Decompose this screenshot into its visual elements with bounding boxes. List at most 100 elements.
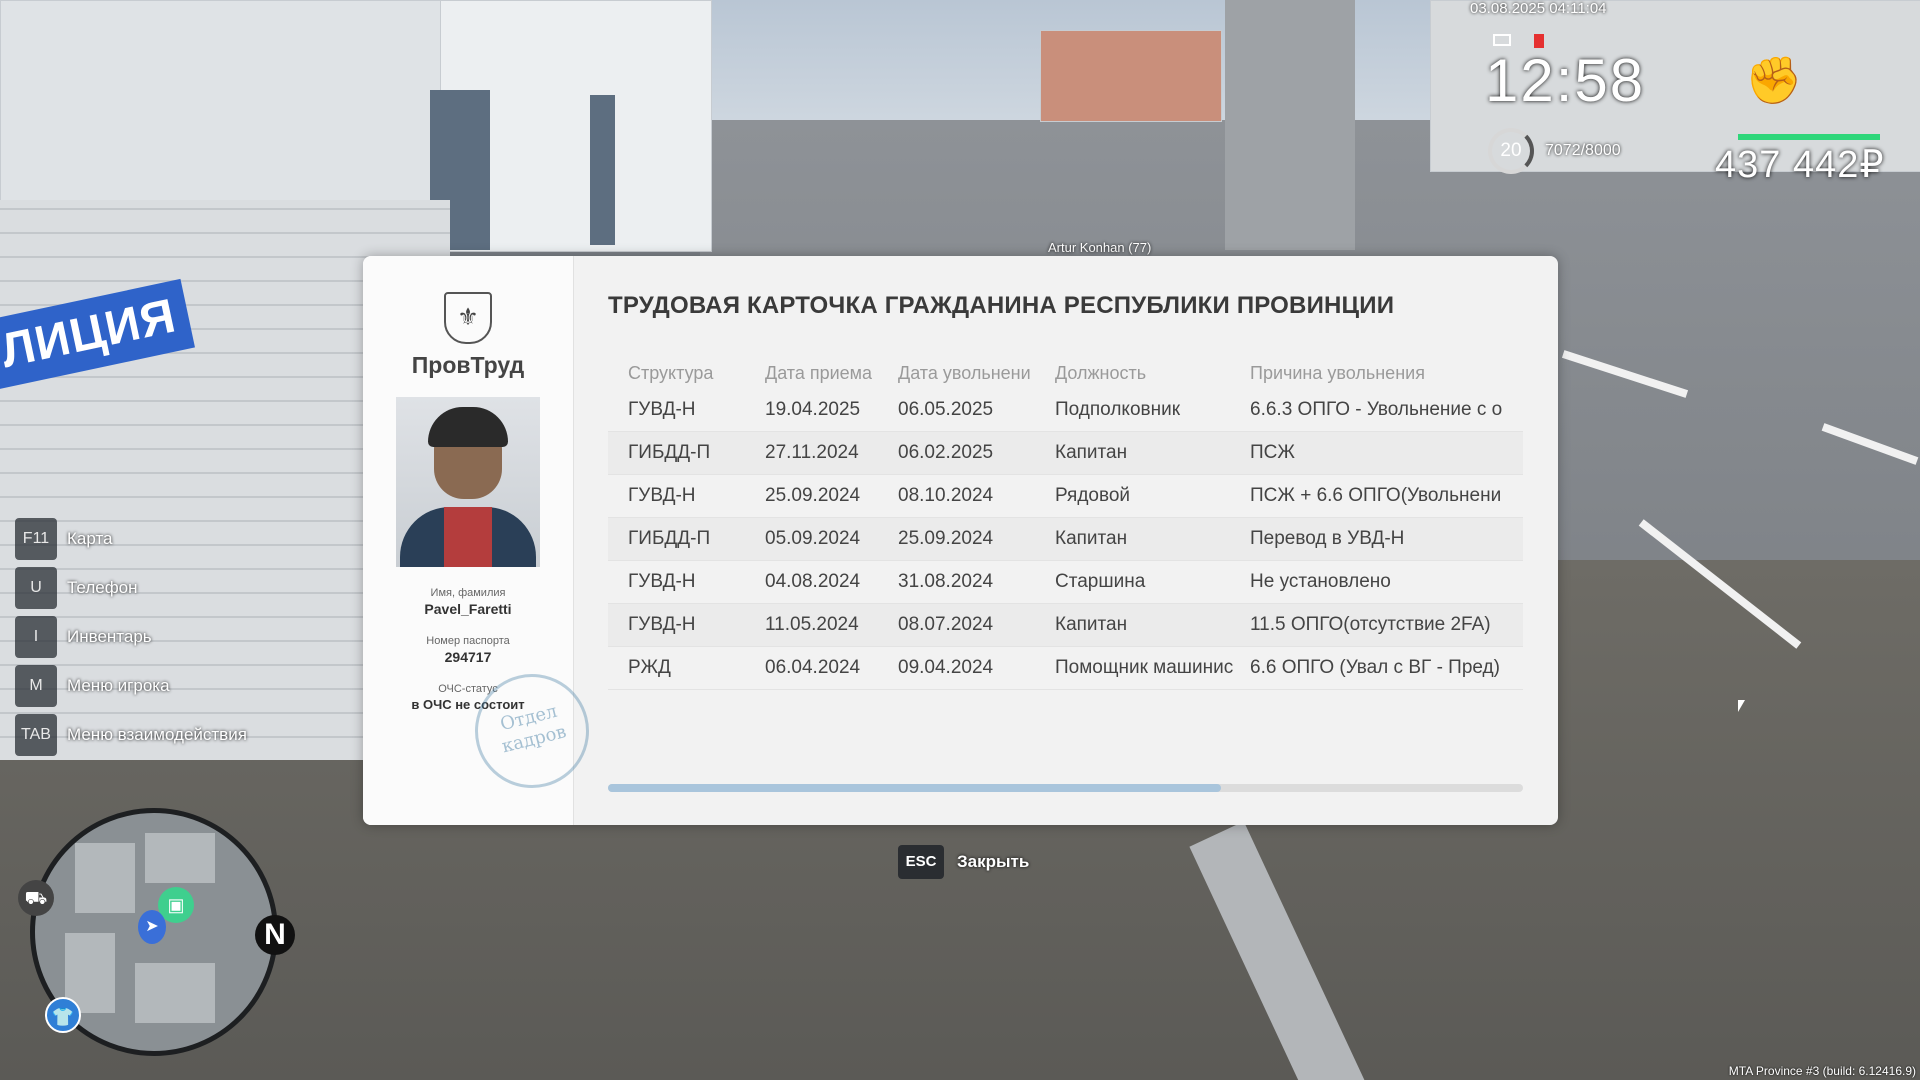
cell-structure: ГУВД-Н xyxy=(628,614,696,635)
photo-shirt xyxy=(444,507,492,567)
cell-hire-date: 04.08.2024 xyxy=(765,571,861,592)
vehicle-icon[interactable]: ⛟ xyxy=(18,880,54,916)
player-nametag: Artur Konhan (77) xyxy=(1048,240,1152,255)
xp-counter: 7072/8000 xyxy=(1545,142,1621,159)
table-header: Структура Дата приема Дата увольнени Дол… xyxy=(608,363,1523,389)
map-block xyxy=(145,833,215,883)
cell-hire-date: 05.09.2024 xyxy=(765,528,861,549)
cell-dismissal-date: 08.07.2024 xyxy=(898,614,994,635)
cell-dismissal-date: 06.02.2025 xyxy=(898,442,994,463)
table-body: ГУВД-Н 19.04.2025 06.05.2025 Подполковни… xyxy=(608,389,1523,690)
building xyxy=(0,0,442,232)
cell-reason: ПСЖ + 6.6 ОПГО(Увольнени xyxy=(1250,485,1502,506)
hud-datetime: 03.08.2025 04:11:04 xyxy=(1470,0,1607,17)
cell-dismissal-date: 06.05.2025 xyxy=(898,399,994,420)
hint-interaction-menu[interactable]: TAB Меню взаимодействия xyxy=(15,714,247,756)
cell-position: Подполковник xyxy=(1055,399,1181,420)
cell-hire-date: 11.05.2024 xyxy=(765,614,859,635)
close-label[interactable]: Закрыть xyxy=(957,852,1029,872)
window xyxy=(590,95,615,245)
cell-hire-date: 06.04.2024 xyxy=(765,657,861,678)
name-caption: Имя, фамилия xyxy=(430,587,506,599)
passport-number: 294717 xyxy=(444,649,492,665)
mouse-cursor-icon xyxy=(1738,700,1745,712)
photo-cap xyxy=(428,407,508,447)
cell-dismissal-date: 31.08.2024 xyxy=(898,571,994,592)
cell-structure: ГУВД-Н xyxy=(628,485,696,506)
hint-inventory[interactable]: I Инвентарь xyxy=(15,616,247,658)
hint-player-menu[interactable]: M Меню игрока xyxy=(15,665,247,707)
shirt-icon: 👕 xyxy=(45,997,81,1033)
cell-structure: ГИБДД-П xyxy=(628,442,711,463)
cell-reason: Не установлено xyxy=(1250,571,1391,592)
pole xyxy=(1225,0,1355,250)
key-hints: F11 Карта U Телефон I Инвентарь M Меню и… xyxy=(15,518,247,763)
cell-position: Капитан xyxy=(1055,614,1128,635)
hint-label: Меню игрока xyxy=(67,676,170,695)
esc-key[interactable]: ESC xyxy=(898,845,944,879)
cell-position: Капитан xyxy=(1055,528,1128,549)
cell-position: Старшина xyxy=(1055,571,1146,592)
cell-structure: ГУВД-Н xyxy=(628,399,696,420)
player-marker-icon: ➤ xyxy=(138,910,166,944)
hint-label: Меню взаимодействия xyxy=(67,725,247,744)
table-row[interactable]: ГИБДД-П 05.09.2024 25.09.2024 Капитан Пе… xyxy=(608,518,1523,561)
map-block xyxy=(75,843,135,913)
column-header: Структура xyxy=(628,363,714,383)
table-row[interactable]: ГУВД-Н 25.09.2024 08.10.2024 Рядовой ПСЖ… xyxy=(608,475,1523,518)
cell-hire-date: 19.04.2025 xyxy=(765,399,861,420)
health-bar xyxy=(1738,134,1880,140)
column-header: Дата приема xyxy=(765,363,873,383)
mail-icon xyxy=(1493,34,1511,46)
map-block xyxy=(135,963,215,1023)
work-record-card: ⚜ ПровТруд Имя, фамилия Pavel_Faretti Но… xyxy=(363,256,1558,825)
building xyxy=(1040,30,1222,122)
passport-caption: Номер паспорта xyxy=(426,635,510,647)
cell-structure: ГИБДД-П xyxy=(628,528,711,549)
fist-icon: ✊ xyxy=(1745,54,1803,106)
hint-map[interactable]: F11 Карта xyxy=(15,518,247,560)
hint-label: Карта xyxy=(67,529,113,548)
north-icon: N xyxy=(255,915,295,955)
build-info: MTA Province #3 (build: 6.12416.9) xyxy=(1728,1064,1916,1078)
key-badge: I xyxy=(15,616,57,658)
cell-position: Помощник машинис xyxy=(1055,657,1234,678)
cell-structure: РЖД xyxy=(628,657,671,678)
key-badge: TAB xyxy=(15,714,57,756)
cell-dismissal-date: 25.09.2024 xyxy=(898,528,994,549)
cell-reason: Перевод в УВД-Н xyxy=(1250,528,1405,549)
card-sidebar: ⚜ ПровТруд Имя, фамилия Pavel_Faretti Но… xyxy=(363,256,602,825)
horizontal-scrollbar[interactable] xyxy=(608,784,1523,792)
employment-table: Структура Дата приема Дата увольнени Дол… xyxy=(608,363,1523,690)
cell-reason: 11.5 ОПГО(отсутствие 2FA) xyxy=(1250,614,1491,635)
table-row[interactable]: ГУВД-Н 19.04.2025 06.05.2025 Подполковни… xyxy=(608,389,1523,432)
citizen-photo xyxy=(396,397,540,567)
level-ring: 20 xyxy=(1488,128,1534,174)
hint-label: Телефон xyxy=(67,578,138,597)
agency-name: ПровТруд xyxy=(411,352,525,378)
scrollbar-thumb[interactable] xyxy=(608,784,1222,792)
key-badge: M xyxy=(15,665,57,707)
table-row[interactable]: РЖД 06.04.2024 09.04.2024 Помощник машин… xyxy=(608,647,1523,690)
table-row[interactable]: ГУВД-Н 04.08.2024 31.08.2024 Старшина Не… xyxy=(608,561,1523,604)
cell-reason: 6.6 ОПГО (Увал с ВГ - Пред) xyxy=(1250,657,1500,678)
table-row[interactable]: ГИБДД-П 27.11.2024 06.02.2025 Капитан ПС… xyxy=(608,432,1523,475)
table-row[interactable]: ГУВД-Н 11.05.2024 08.07.2024 Капитан 11.… xyxy=(608,604,1523,647)
key-badge: F11 xyxy=(15,518,57,560)
cell-hire-date: 25.09.2024 xyxy=(765,485,861,506)
card-title: ТРУДОВАЯ КАРТОЧКА ГРАЖДАНИНА РЕСПУБЛИКИ … xyxy=(608,292,1395,319)
hint-phone[interactable]: U Телефон xyxy=(15,567,247,609)
cell-structure: ГУВД-Н xyxy=(628,571,696,592)
column-header: Должность xyxy=(1055,363,1147,383)
column-header: Дата увольнени xyxy=(898,363,1031,383)
cell-position: Капитан xyxy=(1055,442,1128,463)
hint-label: Инвентарь xyxy=(67,627,152,646)
cell-hire-date: 27.11.2024 xyxy=(765,442,859,463)
cell-reason: 6.6.3 ОПГО - Увольнение с о xyxy=(1250,399,1503,420)
cell-reason: ПСЖ xyxy=(1250,442,1295,463)
key-badge: U xyxy=(15,567,57,609)
hud-clock: 12:58 xyxy=(1485,47,1646,114)
cell-dismissal-date: 08.10.2024 xyxy=(898,485,994,506)
cell-dismissal-date: 09.04.2024 xyxy=(898,657,994,678)
coat-of-arms-icon: ⚜ xyxy=(444,292,492,344)
